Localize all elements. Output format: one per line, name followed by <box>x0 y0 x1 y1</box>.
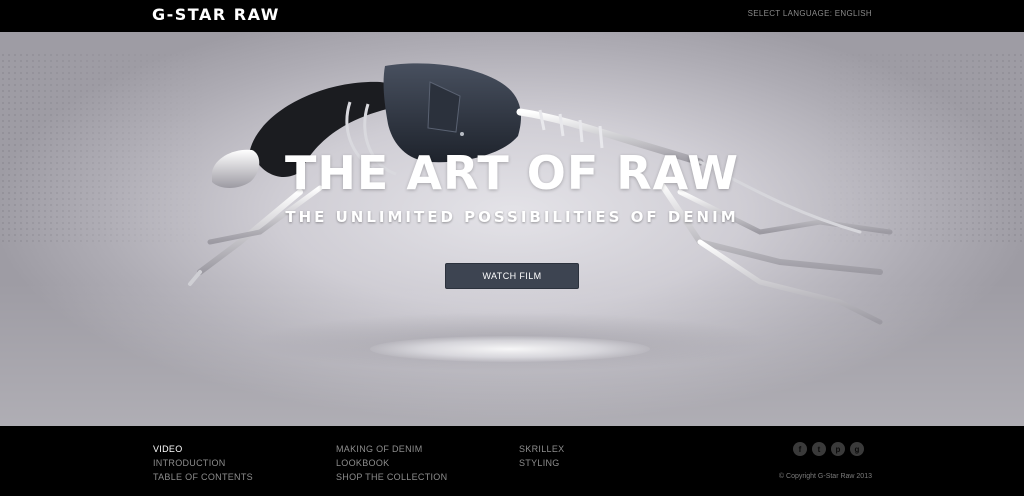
footer-link-table-of-contents[interactable]: TABLE OF CONTENTS <box>153 470 253 484</box>
footer-link-shop-the-collection[interactable]: SHOP THE COLLECTION <box>336 470 447 484</box>
site-footer: VIDEO INTRODUCTION TABLE OF CONTENTS MAK… <box>0 426 1024 496</box>
watch-film-button[interactable]: WATCH FILM <box>445 263 579 289</box>
footer-link-introduction[interactable]: INTRODUCTION <box>153 456 253 470</box>
footer-link-skrillex[interactable]: SKRILLEX <box>519 442 564 456</box>
google-plus-icon[interactable]: g <box>850 442 864 456</box>
footer-column-2: MAKING OF DENIM LOOKBOOK SHOP THE COLLEC… <box>336 442 447 484</box>
hero-title: THE ART OF RAW <box>285 146 739 200</box>
site-header: G-STAR RAW SELECT LANGUAGE: ENGLISH <box>0 0 1024 32</box>
social-links: f t p g <box>793 442 864 456</box>
facebook-icon[interactable]: f <box>793 442 807 456</box>
footer-link-making-of-denim[interactable]: MAKING OF DENIM <box>336 442 447 456</box>
pinterest-icon[interactable]: p <box>831 442 845 456</box>
twitter-icon[interactable]: t <box>812 442 826 456</box>
skeleton-greyhound-illustration <box>188 63 893 325</box>
footer-link-styling[interactable]: STYLING <box>519 456 564 470</box>
hero-section: THE ART OF RAW THE UNLIMITED POSSIBILITI… <box>0 32 1024 426</box>
g-star-raw-logo[interactable]: G-STAR RAW <box>152 5 280 24</box>
copyright-notice: © Copyright G-Star Raw 2013 <box>778 473 872 480</box>
language-selector[interactable]: SELECT LANGUAGE: ENGLISH <box>748 9 872 18</box>
footer-link-lookbook[interactable]: LOOKBOOK <box>336 456 447 470</box>
hero-subtitle: THE UNLIMITED POSSIBILITIES OF DENIM <box>285 208 739 226</box>
footer-link-video[interactable]: VIDEO <box>153 442 253 456</box>
footer-column-3: SKRILLEX STYLING <box>519 442 564 470</box>
footer-column-1: VIDEO INTRODUCTION TABLE OF CONTENTS <box>153 442 253 484</box>
